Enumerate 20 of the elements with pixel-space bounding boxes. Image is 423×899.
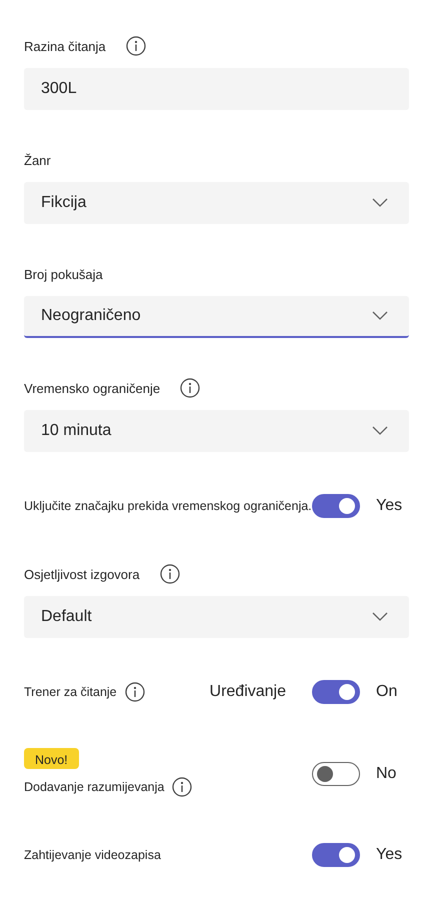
field-label: Broj pokušaja — [24, 266, 103, 282]
dropdown[interactable]: Fikcija — [24, 182, 409, 224]
field-label: Dodavanje razumijevanja — [24, 780, 164, 794]
field-label: Vremensko ograničenje — [24, 380, 160, 396]
field-label: Zahtijevanje videozapisa — [24, 848, 161, 862]
field-label: Žanr — [24, 152, 51, 168]
field-label: Razina čitanja — [24, 38, 106, 54]
text-field[interactable]: 300L — [24, 68, 409, 110]
field-label: Osjetljivost izgovora — [24, 566, 140, 582]
field-label: Uključite značajku prekida vremenskog ograničenja. — [24, 499, 312, 513]
toggle-state: Yes — [376, 846, 404, 864]
dropdown[interactable]: Default — [24, 596, 409, 638]
toggle-state: On — [376, 683, 398, 701]
toggle-state: No — [376, 764, 398, 782]
dropdown[interactable]: Neograničeno — [24, 296, 409, 338]
dropdown[interactable]: 10 minuta — [24, 410, 409, 452]
edit-link[interactable]: Uređivanje — [210, 683, 286, 701]
new-badge: Novo! — [24, 748, 79, 769]
toggle-state: Yes — [376, 497, 404, 515]
field-label: Trener za čitanje — [24, 685, 117, 699]
